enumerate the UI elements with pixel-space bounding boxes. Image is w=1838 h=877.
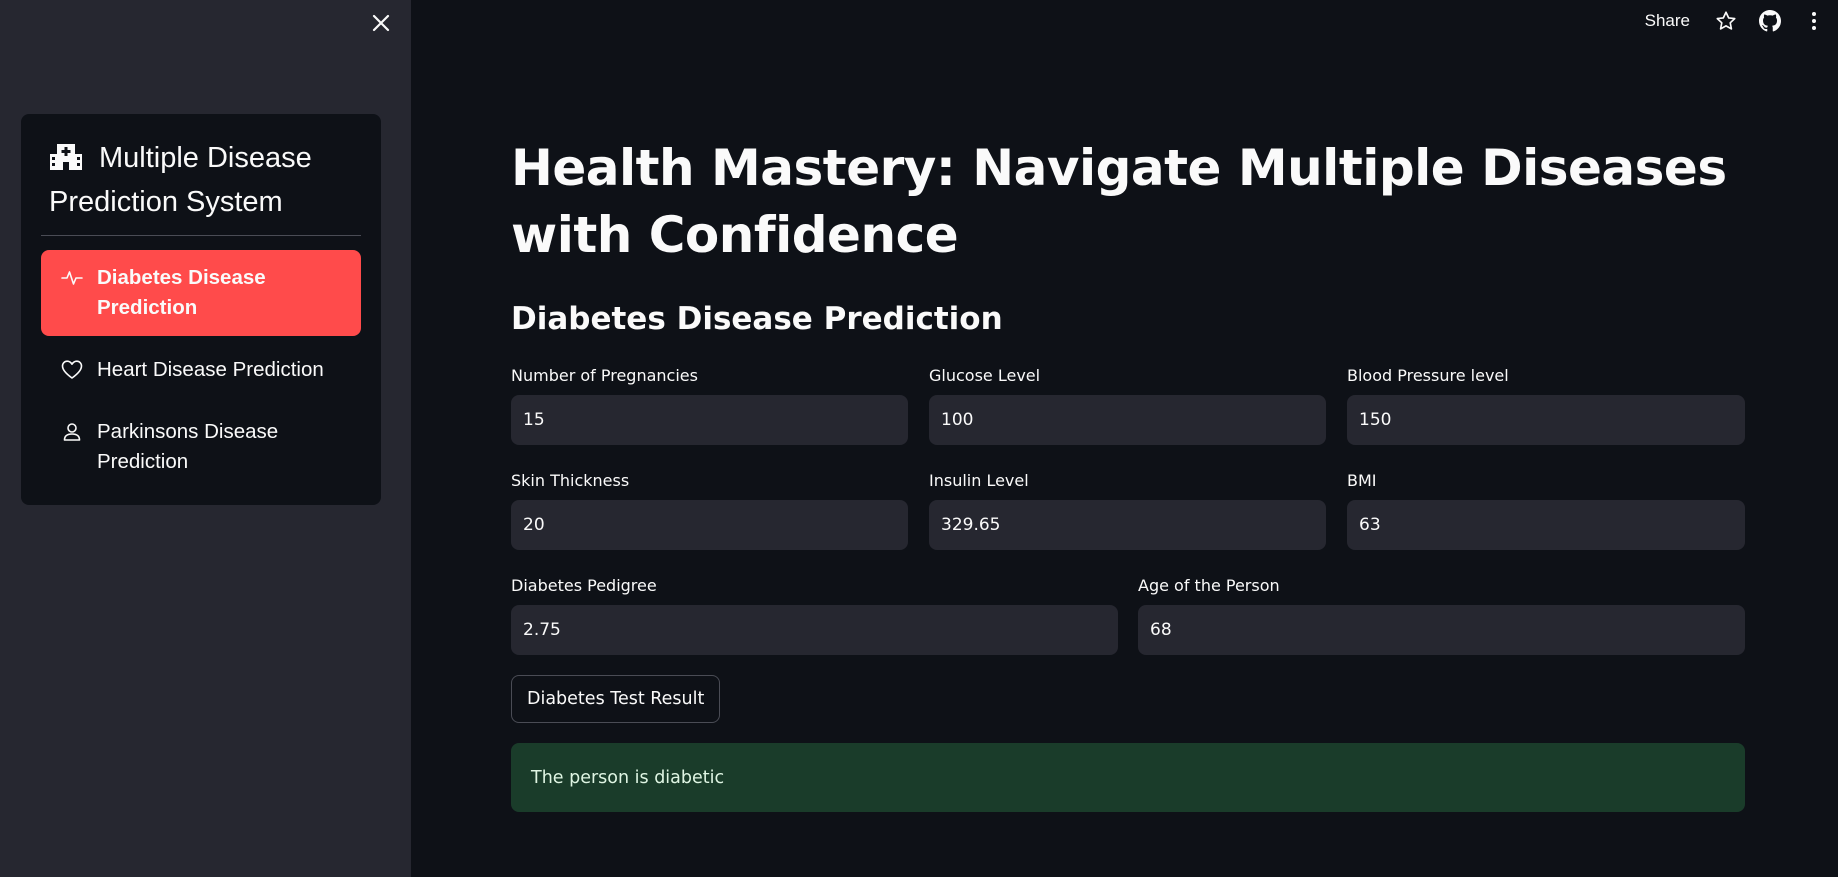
share-button[interactable]: Share	[1645, 11, 1690, 31]
blood-pressure-field: Blood Pressure level	[1347, 366, 1745, 445]
diabetes-pedigree-input[interactable]	[511, 605, 1118, 655]
field-label: Number of Pregnancies	[511, 366, 698, 385]
diabetes-pedigree-field: Diabetes Pedigree	[511, 576, 1118, 655]
insulin-input[interactable]	[929, 500, 1326, 550]
age-field: Age of the Person	[1138, 576, 1745, 655]
menu-item-label: Parkinsons Disease Prediction	[97, 420, 279, 473]
blood-pressure-input[interactable]	[1347, 395, 1745, 445]
more-menu-button[interactable]	[1802, 9, 1826, 33]
insulin-field: Insulin Level	[929, 471, 1326, 550]
close-icon	[372, 14, 390, 32]
menu-item-label: Diabetes Disease Prediction	[97, 266, 266, 319]
field-label: Insulin Level	[929, 471, 1029, 490]
menu-title: Multiple Disease Prediction System	[41, 136, 361, 224]
hospital-icon	[50, 144, 82, 170]
diabetes-test-result-button[interactable]: Diabetes Test Result	[511, 675, 721, 723]
skin-thickness-field: Skin Thickness	[511, 471, 908, 550]
field-label: Blood Pressure level	[1347, 366, 1509, 385]
page-title: Health Mastery: Navigate Multiple Diseas…	[511, 139, 1727, 264]
result-alert: The person is diabetic	[511, 743, 1745, 812]
menu-item-heart[interactable]: Heart Disease Prediction	[41, 342, 361, 398]
field-label: Glucose Level	[929, 366, 1041, 385]
person-icon	[63, 423, 81, 441]
bmi-field: BMI	[1347, 471, 1745, 550]
github-icon	[1759, 10, 1781, 32]
star-button[interactable]	[1714, 9, 1738, 33]
menu-divider	[41, 235, 361, 236]
menu-item-diabetes[interactable]: Diabetes Disease Prediction	[41, 250, 361, 336]
more-vertical-icon	[1812, 12, 1816, 30]
top-toolbar: Share	[1645, 0, 1838, 42]
result-text: The person is diabetic	[531, 767, 725, 788]
activity-icon	[61, 271, 83, 285]
pregnancies-field: Number of Pregnancies	[511, 366, 908, 445]
sidebar: Multiple Disease Prediction System Diabe…	[0, 0, 411, 877]
menu-item-parkinsons[interactable]: Parkinsons Disease Prediction	[41, 404, 361, 490]
field-label: BMI	[1347, 471, 1377, 490]
star-icon	[1716, 11, 1736, 30]
menu-item-label: Heart Disease Prediction	[97, 358, 324, 381]
field-label: Skin Thickness	[511, 471, 630, 490]
menu-title-text: Multiple Disease Prediction System	[49, 142, 312, 218]
glucose-field: Glucose Level	[929, 366, 1326, 445]
glucose-input[interactable]	[929, 395, 1326, 445]
field-label: Age of the Person	[1138, 576, 1280, 595]
section-title: Diabetes Disease Prediction	[511, 301, 1003, 337]
field-label: Diabetes Pedigree	[511, 576, 657, 595]
pregnancies-input[interactable]	[511, 395, 908, 445]
github-button[interactable]	[1758, 9, 1782, 33]
close-sidebar-button[interactable]	[368, 10, 394, 36]
skin-thickness-input[interactable]	[511, 500, 908, 550]
age-input[interactable]	[1138, 605, 1745, 655]
heart-icon	[61, 360, 83, 379]
option-menu: Multiple Disease Prediction System Diabe…	[21, 114, 381, 505]
bmi-input[interactable]	[1347, 500, 1745, 550]
